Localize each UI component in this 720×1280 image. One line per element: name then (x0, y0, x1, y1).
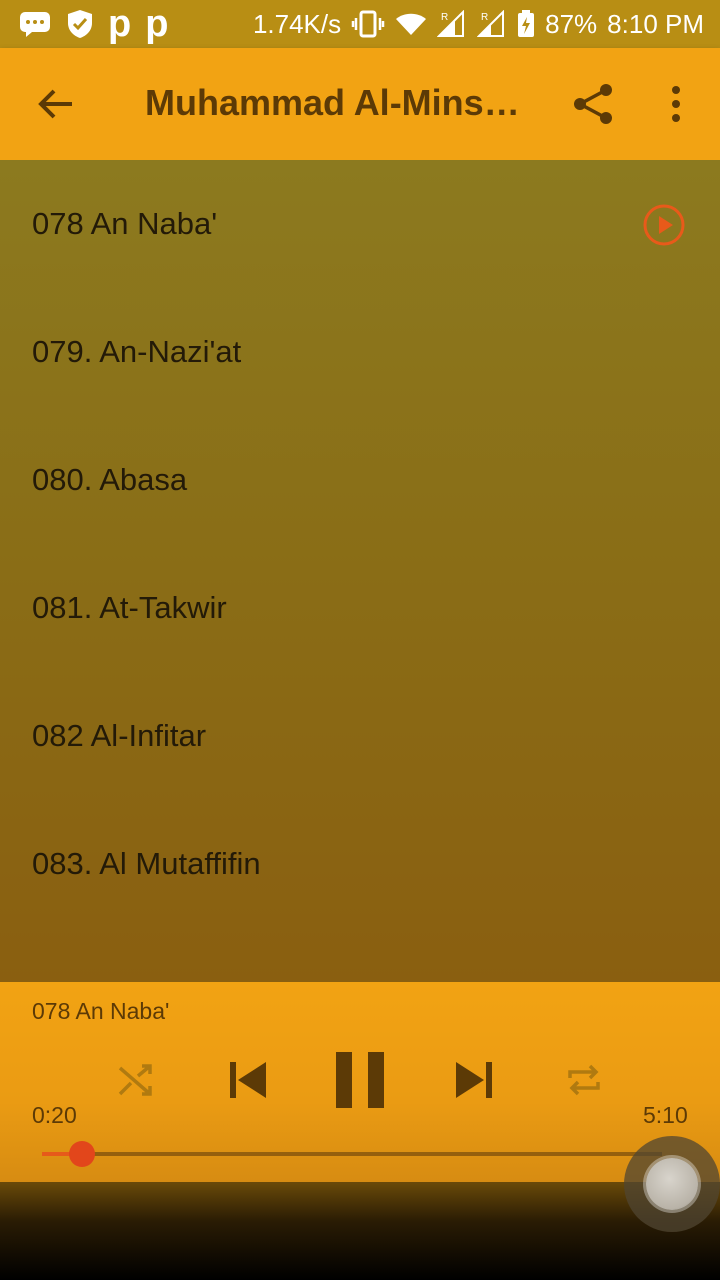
now-playing-title: 078 An Naba' (32, 998, 170, 1024)
seek-bar[interactable] (42, 1141, 662, 1167)
track-title: 081. At-Takwir (32, 590, 227, 625)
skip-next-icon (456, 1062, 492, 1098)
next-button[interactable] (452, 1060, 496, 1100)
assistive-touch-button[interactable] (624, 1136, 720, 1232)
elapsed-time: 0:20 (32, 1102, 77, 1128)
more-options-button[interactable] (660, 80, 692, 128)
arrow-back-icon (38, 89, 72, 119)
vibrate-icon (351, 10, 385, 38)
share-icon (574, 84, 612, 124)
mini-player: 078 An Naba' 0:20 5:10 (0, 982, 720, 1182)
svg-text:R: R (481, 12, 488, 23)
share-button[interactable] (570, 80, 618, 128)
net-speed: 1.74K/s (252, 8, 342, 39)
list-item[interactable]: 079. An-Nazi'at (0, 288, 720, 416)
list-item[interactable]: 078 An Naba' (0, 160, 720, 288)
pause-button[interactable] (334, 1052, 386, 1108)
background-footer (0, 1182, 720, 1280)
p-app-icon: p (145, 3, 169, 45)
signal-r-icon: R (437, 10, 467, 38)
wifi-icon (395, 11, 427, 37)
list-item[interactable]: 082 Al-Infitar (0, 672, 720, 800)
back-button[interactable] (34, 82, 78, 126)
list-item[interactable]: 080. Abasa (0, 416, 720, 544)
status-bar: p p 1.74K/s R R 87% 8:10 PM (0, 0, 720, 48)
battery-charging-icon (517, 10, 535, 38)
play-circle-icon[interactable] (642, 203, 686, 247)
pause-icon (336, 1052, 384, 1108)
clock: 8:10 PM (607, 8, 704, 39)
track-title: 082 Al-Infitar (32, 718, 207, 753)
shield-icon (66, 9, 94, 39)
list-item[interactable]: 081. At-Takwir (0, 544, 720, 672)
repeat-icon (568, 1064, 600, 1096)
shuffle-icon (118, 1064, 152, 1096)
assistive-touch-icon (646, 1158, 698, 1210)
p-app-icon: p (108, 3, 132, 45)
previous-button[interactable] (226, 1060, 270, 1100)
track-title: 080. Abasa (32, 462, 188, 497)
repeat-button[interactable] (564, 1060, 604, 1100)
track-title: 083. Al Mutaffifin (32, 846, 261, 881)
signal-r-icon: R (477, 10, 507, 38)
track-title: 078 An Naba' (32, 206, 218, 241)
seek-thumb[interactable] (68, 1141, 95, 1167)
list-item[interactable]: 083. Al Mutaffifin (0, 800, 720, 928)
more-vert-icon (672, 86, 680, 122)
battery-percent: 87% (545, 8, 598, 39)
track-list: 078 An Naba' 079. An-Nazi'at 080. Abasa … (0, 160, 720, 982)
track-title: 079. An-Nazi'at (32, 334, 242, 369)
svg-text:R: R (441, 12, 448, 23)
message-icon (18, 10, 52, 38)
page-title: Muhammad Al-Minshawi (145, 82, 525, 123)
shuffle-button[interactable] (116, 1060, 156, 1100)
app-bar: Muhammad Al-Minshawi (0, 48, 720, 160)
total-time: 5:10 (643, 1102, 688, 1128)
skip-previous-icon (230, 1062, 266, 1098)
